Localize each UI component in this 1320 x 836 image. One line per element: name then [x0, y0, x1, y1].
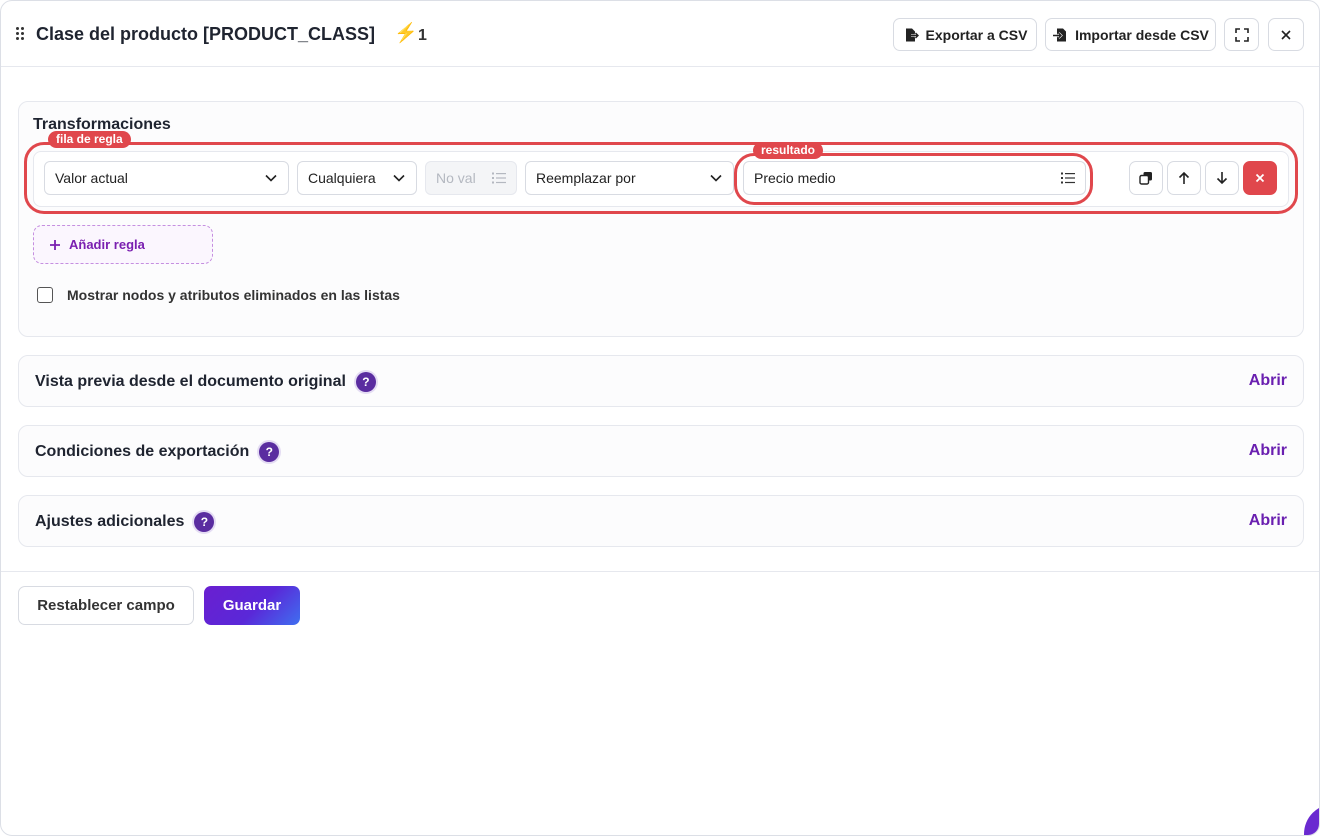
fullscreen-button[interactable] — [1224, 18, 1259, 51]
arrow-up-icon — [1178, 171, 1190, 184]
chevron-down-icon — [265, 174, 277, 182]
delete-rule-button[interactable] — [1243, 161, 1277, 195]
source-select[interactable]: Valor actual — [44, 161, 289, 195]
move-rule-down-button[interactable] — [1205, 161, 1239, 195]
section-export-conditions-title: Condiciones de exportación ? — [35, 442, 280, 462]
list-icon[interactable] — [1061, 172, 1075, 184]
chevron-down-icon — [710, 174, 722, 182]
chat-launcher-button[interactable] — [1304, 804, 1319, 835]
help-icon[interactable]: ? — [355, 372, 376, 392]
action-select[interactable]: Reemplazar por — [525, 161, 734, 195]
result-tag: resultado — [753, 142, 824, 159]
rule-row-tag: fila de regla — [48, 131, 131, 148]
show-deleted-label[interactable]: Mostrar nodos y atributos eliminados en … — [67, 287, 400, 303]
result-input[interactable]: Precio medio — [743, 161, 1086, 195]
save-button[interactable]: Guardar — [204, 586, 300, 625]
help-icon[interactable]: ? — [259, 442, 280, 462]
export-csv-label: Exportar a CSV — [925, 26, 1028, 43]
arrow-down-icon — [1216, 172, 1228, 185]
section-export-conditions-open-link[interactable]: Abrir — [1249, 442, 1287, 460]
close-icon — [1255, 173, 1265, 183]
source-select-value: Valor actual — [55, 170, 128, 186]
close-button[interactable] — [1268, 18, 1304, 51]
show-deleted-checkbox[interactable] — [37, 287, 53, 303]
value-input: No val — [425, 161, 517, 195]
add-rule-button[interactable]: Añadir regla — [33, 225, 213, 264]
value-input-placeholder: No val — [436, 170, 476, 186]
section-preview-label: Vista previa desde el documento original — [35, 373, 346, 390]
move-rule-up-button[interactable] — [1167, 161, 1201, 195]
condition-select[interactable]: Cualquiera — [297, 161, 417, 195]
list-icon — [492, 172, 506, 184]
section-additional-settings[interactable]: Ajustes adicionales ? Abrir — [18, 495, 1304, 547]
section-preview-title: Vista previa desde el documento original… — [35, 372, 376, 392]
section-preview-open-link[interactable]: Abrir — [1249, 372, 1287, 390]
section-export-conditions[interactable]: Condiciones de exportación ? Abrir — [18, 425, 1304, 477]
help-icon[interactable]: ? — [194, 512, 215, 532]
copy-icon — [1139, 172, 1152, 185]
section-additional-settings-label: Ajustes adicionales — [35, 513, 185, 530]
field-settings-dialog: Clase del producto [PRODUCT_CLASS] ⚡ 1 E… — [0, 0, 1320, 836]
import-csv-label: Importar desde CSV — [1075, 26, 1209, 43]
section-preview[interactable]: Vista previa desde el documento original… — [18, 355, 1304, 407]
chevron-down-icon — [393, 174, 405, 182]
footer-divider — [1, 571, 1319, 572]
plus-icon — [50, 239, 60, 250]
dialog-title: Clase del producto [PRODUCT_CLASS] — [36, 24, 376, 44]
add-rule-label: Añadir regla — [69, 237, 145, 252]
reset-field-button[interactable]: Restablecer campo — [18, 586, 194, 625]
export-csv-button[interactable]: Exportar a CSV — [893, 18, 1037, 51]
result-input-value: Precio medio — [754, 170, 836, 186]
show-deleted-option: Mostrar nodos y atributos eliminados en … — [37, 287, 400, 303]
section-export-conditions-label: Condiciones de exportación — [35, 443, 250, 460]
file-import-icon — [1053, 28, 1067, 41]
file-export-icon — [905, 28, 919, 41]
close-icon — [1281, 29, 1291, 40]
import-csv-button[interactable]: Importar desde CSV — [1045, 18, 1216, 51]
lightning-icon: ⚡ — [394, 23, 418, 44]
expand-icon — [1234, 27, 1249, 42]
section-additional-settings-open-link[interactable]: Abrir — [1249, 512, 1287, 530]
bolt-count: 1 — [418, 27, 427, 44]
action-select-value: Reemplazar por — [536, 170, 636, 186]
condition-select-value: Cualquiera — [308, 170, 376, 186]
dialog-header: Clase del producto [PRODUCT_CLASS] ⚡ 1 E… — [1, 1, 1319, 67]
duplicate-rule-button[interactable] — [1129, 161, 1163, 195]
section-additional-settings-title: Ajustes adicionales ? — [35, 512, 215, 532]
drag-handle-icon[interactable] — [16, 27, 26, 41]
